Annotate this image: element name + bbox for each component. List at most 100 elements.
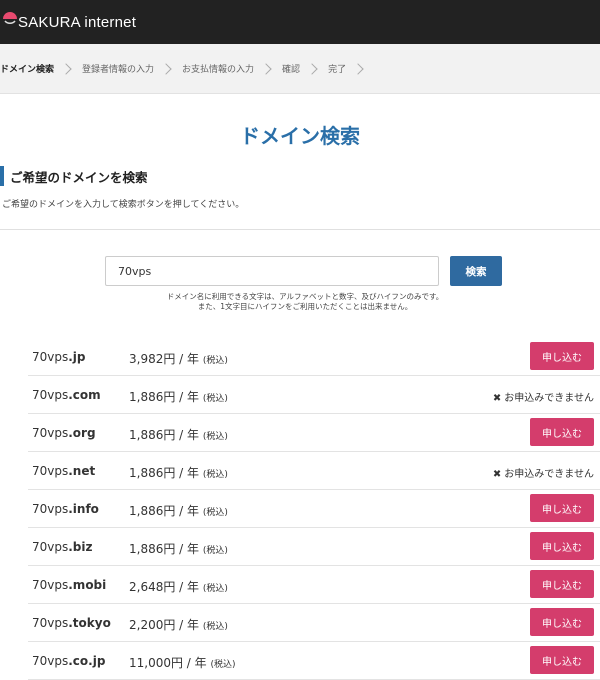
section-accent-bar [0,166,4,186]
domain-search-input[interactable] [105,256,439,286]
chevron-right-icon [260,62,272,75]
price-value: 3,982円 / 年 [129,352,200,366]
domain-price: 1,886円 / 年 (税込) [129,388,228,405]
tax-note: (税込) [202,394,228,404]
table-row: 70vps.jp 3,982円 / 年 (税込) 申し込む [28,338,600,376]
apply-button[interactable]: 申し込む [530,532,594,560]
step-label: ドメイン検索 [0,65,55,75]
table-row: 70vps.biz 1,886円 / 年 (税込) 申し込む [28,528,600,566]
domain-price: 1,886円 / 年 (税込) [129,540,228,557]
price-value: 1,886円 / 年 [129,428,200,442]
unavailable-label: お申込みできません [504,393,594,404]
section-title: ご希望のドメインを検索 [10,169,148,185]
domain-label: 70vps [32,578,69,592]
domain-label: 70vps [32,654,69,668]
step-label: 確認 [282,65,301,75]
tax-note: (税込) [202,432,228,442]
domain-name: 70vps.tokyo [32,616,111,630]
domain-name: 70vps.co.jp [32,654,105,668]
step-label: 完了 [328,65,347,75]
table-row: 70vps.tokyo 2,200円 / 年 (税込) 申し込む [28,604,600,642]
domain-label: 70vps [32,464,69,478]
domain-tld: .tokyo [68,616,111,630]
price-value: 1,886円 / 年 [129,466,200,480]
domain-price: 3,982円 / 年 (税込) [129,350,228,367]
close-icon: ✖ [492,469,502,480]
domain-tld: .biz [68,540,93,554]
step-label: お支払情報の入力 [182,65,255,75]
table-row: 70vps.co.jp 11,000円 / 年 (税込) 申し込む [28,642,600,680]
progress-steps: ドメイン検索 登録者情報の入力 お支払情報の入力 確認 完了 [0,44,600,94]
unavailable-status: ✖ お申込みできません [493,465,594,480]
divider [0,229,600,230]
apply-button[interactable]: 申し込む [530,570,594,598]
domain-results-list: 70vps.jp 3,982円 / 年 (税込) 申し込む 70vps.com 1,88… [28,338,600,680]
close-icon: ✖ [492,393,502,404]
step-1: ドメイン検索 [0,62,82,75]
step-2: 登録者情報の入力 [82,62,182,75]
table-row: 70vps.org 1,886円 / 年 (税込) 申し込む [28,414,600,452]
chevron-right-icon [306,62,318,75]
step-label: 登録者情報の入力 [82,65,155,75]
search-button[interactable]: 検索 [450,256,502,286]
table-row: 70vps.net 1,886円 / 年 (税込) ✖ お申込みできません [28,452,600,490]
domain-name: 70vps.biz [32,540,93,554]
table-row: 70vps.mobi 2,648円 / 年 (税込) 申し込む [28,566,600,604]
domain-label: 70vps [32,540,69,554]
tax-note: (税込) [202,508,228,518]
domain-name: 70vps.jp [32,350,86,364]
top-bar: SAKURA internet [0,0,600,44]
domain-name: 70vps.mobi [32,578,106,592]
step-5: 完了 [328,62,374,75]
domain-label: 70vps [32,502,69,516]
tax-note: (税込) [202,584,228,594]
domain-tld: .co.jp [68,654,106,668]
apply-button[interactable]: 申し込む [530,646,594,674]
domain-price: 2,200円 / 年 (税込) [129,616,228,633]
domain-label: 70vps [32,616,69,630]
domain-name: 70vps.com [32,388,101,402]
apply-button[interactable]: 申し込む [530,494,594,522]
brand-name[interactable]: SAKURA internet [18,14,136,31]
price-value: 2,200円 / 年 [129,618,200,632]
chevron-right-icon [60,62,72,75]
tax-note: (税込) [202,356,228,366]
domain-price: 2,648円 / 年 (税込) [129,578,228,595]
tax-note: (税込) [202,470,228,480]
section-description: ご希望のドメインを入力して検索ボタンを押してください。 [2,200,245,210]
price-value: 2,648円 / 年 [129,580,200,594]
domain-tld: .org [68,426,96,440]
search-note-line2: また、1文字目にハイフンをご利用いただくことは出来ません。 [197,302,413,311]
domain-name: 70vps.info [32,502,99,516]
tax-note: (税込) [202,546,228,556]
domain-label: 70vps [32,426,69,440]
tax-note: (税込) [210,660,236,670]
domain-price: 1,886円 / 年 (税込) [129,502,228,519]
section-heading: ご希望のドメインを検索 [0,166,148,186]
domain-tld: .net [68,464,96,478]
domain-label: 70vps [32,388,69,402]
domain-price: 1,886円 / 年 (税込) [129,426,228,443]
chevron-right-icon [160,62,172,75]
domain-price: 1,886円 / 年 (税込) [129,464,228,481]
domain-name: 70vps.org [32,426,96,440]
price-value: 1,886円 / 年 [129,390,200,404]
domain-tld: .info [68,502,99,516]
domain-label: 70vps [32,350,69,364]
price-value: 11,000円 / 年 [129,656,207,670]
domain-price: 11,000円 / 年 (税込) [129,654,236,671]
apply-button[interactable]: 申し込む [530,418,594,446]
apply-button[interactable]: 申し込む [530,608,594,636]
unavailable-label: お申込みできません [504,469,594,480]
step-3: お支払情報の入力 [182,62,282,75]
price-value: 1,886円 / 年 [129,504,200,518]
sakura-logo-icon[interactable] [2,10,18,26]
step-4: 確認 [282,62,328,75]
domain-tld: .com [68,388,101,402]
apply-button[interactable]: 申し込む [530,342,594,370]
chevron-right-icon [352,62,364,75]
page-title: ドメイン検索 [240,124,360,148]
domain-name: 70vps.net [32,464,95,478]
domain-tld: .jp [68,350,86,364]
unavailable-status: ✖ お申込みできません [493,389,594,404]
